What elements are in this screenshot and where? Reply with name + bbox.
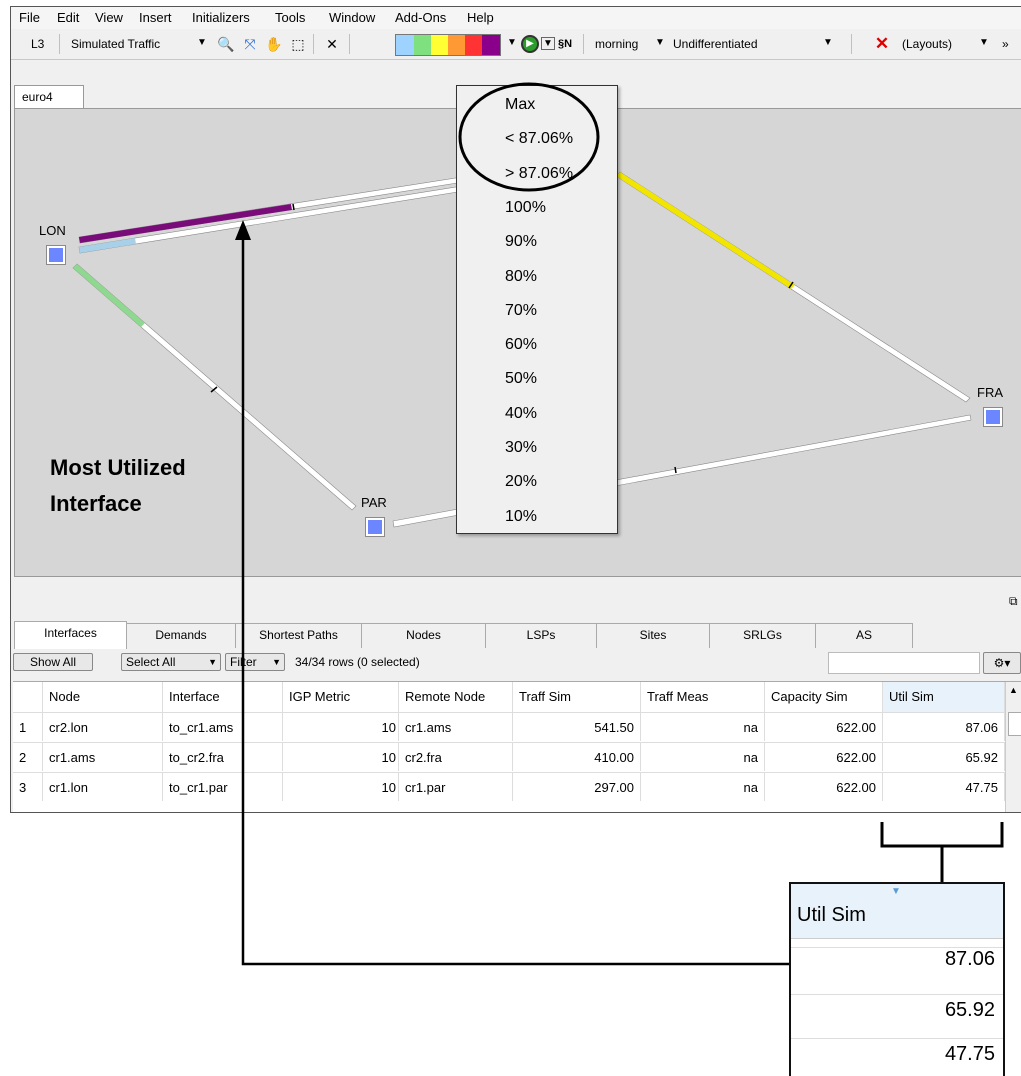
annotation-line-2: Interface: [50, 491, 142, 516]
sort-indicator-icon: ▼: [891, 886, 901, 897]
zoom-header-label: Util Sim: [797, 904, 866, 926]
zoom-inset: Util Sim ▼ 87.06 65.92 47.75: [789, 882, 1005, 1076]
annotation-arrow: [241, 238, 789, 966]
highlight-circle: [458, 82, 600, 192]
arrow-head: [235, 220, 251, 240]
bracket: [880, 822, 1004, 848]
zoom-header: Util Sim ▼: [791, 884, 1003, 939]
zoom-value: 47.75: [791, 1038, 1003, 1066]
zoom-value: 65.92: [791, 994, 1003, 1022]
zoom-value: 87.06: [791, 947, 1003, 971]
annotation-line-1: Most Utilized: [50, 455, 186, 480]
